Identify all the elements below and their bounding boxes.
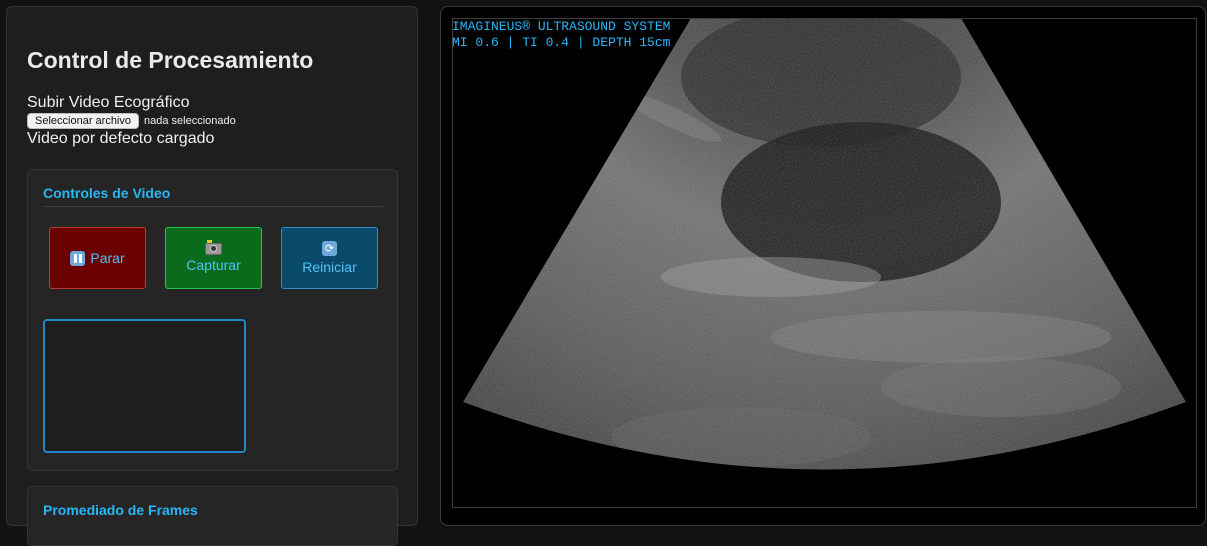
reset-icon: ⟳: [322, 241, 337, 256]
stop-button[interactable]: Parar: [49, 227, 146, 289]
panel-title: Control de Procesamiento: [27, 47, 314, 73]
video-controls-title: Controles de Video: [43, 185, 171, 201]
camera-icon: [205, 240, 222, 255]
upload-label: Subir Video Ecográfico: [27, 94, 190, 111]
choose-file-button[interactable]: Seleccionar archivo: [27, 113, 139, 129]
capture-button[interactable]: Capturar: [165, 227, 262, 289]
video-controls-section: Controles de Video Parar Capturar ⟳ Rein…: [27, 169, 398, 471]
frame-averaging-section: Promediado de Frames: [27, 486, 398, 546]
reset-label: Reiniciar: [302, 259, 357, 275]
section-divider: [43, 206, 383, 207]
file-status: nada seleccionado: [144, 115, 236, 127]
capture-label: Capturar: [186, 257, 241, 273]
ultrasound-image: [463, 18, 1186, 470]
frame-averaging-title: Promediado de Frames: [43, 502, 198, 518]
pause-icon: [70, 250, 86, 266]
ultrasound-viewer: IMAGINEUS® ULTRASOUND SYSTEM MI 0.6 | TI…: [440, 6, 1206, 526]
reset-button[interactable]: ⟳ Reiniciar: [281, 227, 378, 289]
loaded-message: Video por defecto cargado: [27, 130, 215, 147]
capture-preview: [43, 319, 246, 453]
overlay-system-name: IMAGINEUS® ULTRASOUND SYSTEM: [452, 19, 671, 34]
stop-label: Parar: [90, 250, 125, 266]
overlay-parameters: MI 0.6 | TI 0.4 | DEPTH 15cm: [452, 35, 671, 50]
file-input-row: Seleccionar archivo nada seleccionado: [27, 113, 236, 129]
control-panel: Control de Procesamiento Subir Video Eco…: [6, 6, 418, 546]
